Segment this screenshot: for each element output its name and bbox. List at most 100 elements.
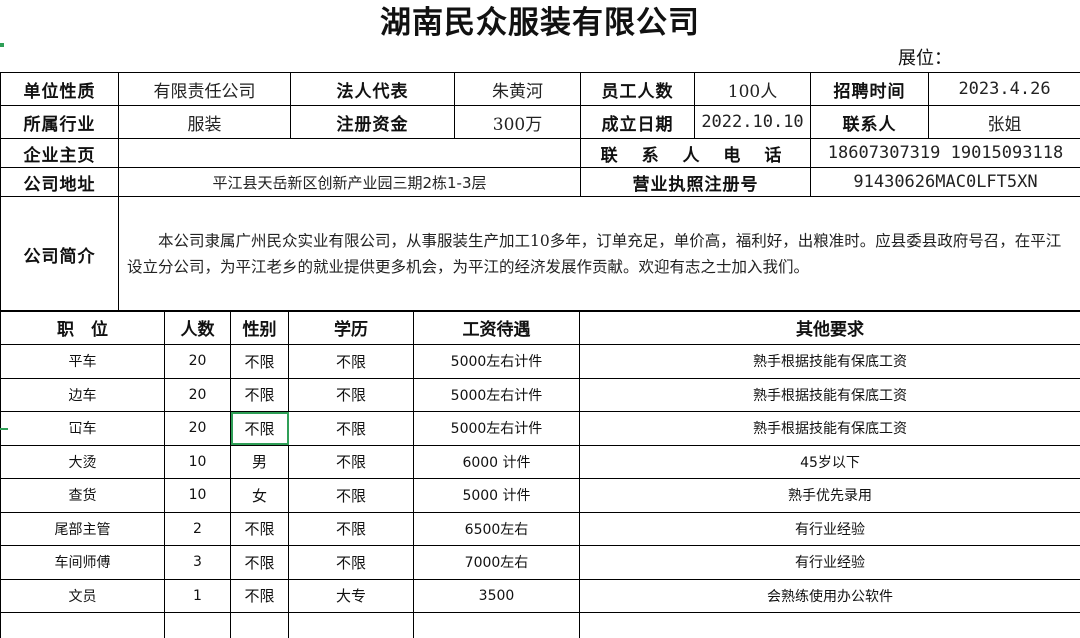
capital-value[interactable]: 300万 <box>454 105 581 139</box>
count-cell[interactable]: 10 <box>164 444 231 479</box>
legal-rep-value[interactable]: 朱黄河 <box>454 72 581 106</box>
recruit-time-value[interactable]: 2023.4.26 <box>928 72 1080 106</box>
count-cell[interactable]: 20 <box>164 377 231 412</box>
legal-rep-label: 法人代表 <box>290 72 455 106</box>
nature-label: 单位性质 <box>0 72 119 106</box>
education-cell[interactable]: 不限 <box>288 511 414 546</box>
industry-label: 所属行业 <box>0 105 119 139</box>
position-cell[interactable]: 尾部主管 <box>0 511 165 546</box>
recruit-time-label: 招聘时间 <box>810 72 929 106</box>
homepage-value[interactable] <box>118 138 581 168</box>
intro-text[interactable]: 本公司隶属广州民众实业有限公司，从事服装生产加工10多年，订单充足，单价高，福利… <box>118 196 1080 312</box>
education-cell[interactable]: 不限 <box>288 377 414 412</box>
salary-cell[interactable]: 6000 计件 <box>413 444 580 479</box>
gender-cell[interactable]: 不限 <box>230 545 289 580</box>
salary-cell[interactable]: 3500 <box>413 578 580 613</box>
gender-cell[interactable]: 不限 <box>230 377 289 412</box>
education-cell[interactable]: 不限 <box>288 545 414 580</box>
license-label: 营业执照注册号 <box>580 167 811 197</box>
capital-label: 注册资金 <box>290 105 455 139</box>
count-cell[interactable] <box>164 612 231 638</box>
address-label: 公司地址 <box>0 167 119 197</box>
education-cell[interactable]: 不限 <box>288 444 414 479</box>
other-cell[interactable]: 熟手根据技能有保底工资 <box>579 377 1080 412</box>
other-cell[interactable]: 会熟练使用办公软件 <box>579 578 1080 613</box>
row-marker <box>0 428 8 430</box>
address-value[interactable]: 平江县天岳新区创新产业园三期2栋1-3层 <box>118 167 581 197</box>
other-cell[interactable]: 熟手根据技能有保底工资 <box>579 411 1080 446</box>
position-cell[interactable]: 平车 <box>0 344 165 379</box>
other-cell[interactable]: 有行业经验 <box>579 511 1080 546</box>
table-row: 大烫 10 男 不限 6000 计件 45岁以下 <box>0 444 1080 479</box>
salary-cell[interactable]: 5000 计件 <box>413 478 580 513</box>
position-cell[interactable]: 文员 <box>0 578 165 613</box>
job-listing-table: 职 位 人数 性别 学历 工资待遇 其他要求 平车 20 不限 不限 5000左… <box>0 310 1080 638</box>
phone-label: 联 系 人 电 话 <box>580 138 811 168</box>
count-cell[interactable]: 10 <box>164 478 231 513</box>
gender-cell[interactable]: 不限 <box>230 511 289 546</box>
table-row: 尾部主管 2 不限 不限 6500左右 有行业经验 <box>0 511 1080 546</box>
company-info-table: 单位性质 有限责任公司 法人代表 朱黄河 员工人数 100人 招聘时间 2023… <box>0 72 1080 312</box>
salary-cell[interactable]: 6500左右 <box>413 511 580 546</box>
count-cell[interactable]: 3 <box>164 545 231 580</box>
other-cell[interactable]: 有行业经验 <box>579 545 1080 580</box>
founded-label: 成立日期 <box>580 105 695 139</box>
other-cell[interactable]: 熟手优先录用 <box>579 478 1080 513</box>
staff-value[interactable]: 100人 <box>694 72 811 106</box>
count-cell[interactable]: 20 <box>164 411 231 446</box>
gender-cell[interactable]: 女 <box>230 478 289 513</box>
founded-value[interactable]: 2022.10.10 <box>694 105 811 139</box>
table-row: 文员 1 不限 大专 3500 会熟练使用办公软件 <box>0 578 1080 613</box>
table-row: 查货 10 女 不限 5000 计件 熟手优先录用 <box>0 478 1080 513</box>
position-cell[interactable]: 冚车 <box>0 411 165 446</box>
gender-cell[interactable]: 男 <box>230 444 289 479</box>
header-education: 学历 <box>288 310 414 345</box>
count-cell[interactable]: 1 <box>164 578 231 613</box>
intro-label: 公司简介 <box>0 196 119 312</box>
salary-cell[interactable]: 7000左右 <box>413 545 580 580</box>
nature-value[interactable]: 有限责任公司 <box>118 72 291 106</box>
homepage-label: 企业主页 <box>0 138 119 168</box>
booth-label: 展位： <box>898 48 952 69</box>
salary-cell[interactable] <box>413 612 580 638</box>
salary-cell[interactable]: 5000左右计件 <box>413 411 580 446</box>
gender-cell[interactable] <box>230 612 289 638</box>
salary-cell[interactable]: 5000左右计件 <box>413 344 580 379</box>
header-gender: 性别 <box>230 310 289 345</box>
education-cell[interactable]: 不限 <box>288 411 414 446</box>
staff-label: 员工人数 <box>580 72 695 106</box>
company-title: 湖南民众服装有限公司 <box>380 5 700 41</box>
table-row <box>0 612 1080 638</box>
contact-value[interactable]: 张姐 <box>928 105 1080 139</box>
salary-cell[interactable]: 5000左右计件 <box>413 377 580 412</box>
position-cell[interactable]: 车间师傅 <box>0 545 165 580</box>
position-cell[interactable]: 边车 <box>0 377 165 412</box>
table-row: 冚车 20 不限 不限 5000左右计件 熟手根据技能有保底工资 <box>0 411 1080 446</box>
industry-value[interactable]: 服装 <box>118 105 291 139</box>
table-row: 车间师傅 3 不限 不限 7000左右 有行业经验 <box>0 545 1080 580</box>
contact-label: 联系人 <box>810 105 929 139</box>
education-cell[interactable]: 不限 <box>288 344 414 379</box>
education-cell[interactable]: 不限 <box>288 478 414 513</box>
other-cell[interactable]: 45岁以下 <box>579 444 1080 479</box>
position-cell[interactable]: 大烫 <box>0 444 165 479</box>
table-row: 平车 20 不限 不限 5000左右计件 熟手根据技能有保底工资 <box>0 344 1080 379</box>
position-cell[interactable]: 查货 <box>0 478 165 513</box>
count-cell[interactable]: 2 <box>164 511 231 546</box>
other-cell[interactable]: 熟手根据技能有保底工资 <box>579 344 1080 379</box>
gender-cell[interactable]: 不限 <box>230 578 289 613</box>
header-salary: 工资待遇 <box>413 310 580 345</box>
header-position: 职 位 <box>0 310 165 345</box>
header-other: 其他要求 <box>579 310 1080 345</box>
other-cell[interactable] <box>579 612 1080 638</box>
cell-marker <box>0 43 4 47</box>
header-count: 人数 <box>164 310 231 345</box>
position-cell[interactable] <box>0 612 165 638</box>
count-cell[interactable]: 20 <box>164 344 231 379</box>
license-value[interactable]: 91430626MAC0LFT5XN <box>810 167 1080 197</box>
gender-cell-selected[interactable]: 不限 <box>230 411 289 446</box>
gender-cell[interactable]: 不限 <box>230 344 289 379</box>
education-cell[interactable]: 大专 <box>288 578 414 613</box>
phone-value[interactable]: 18607307319 19015093118 <box>810 138 1080 168</box>
education-cell[interactable] <box>288 612 414 638</box>
